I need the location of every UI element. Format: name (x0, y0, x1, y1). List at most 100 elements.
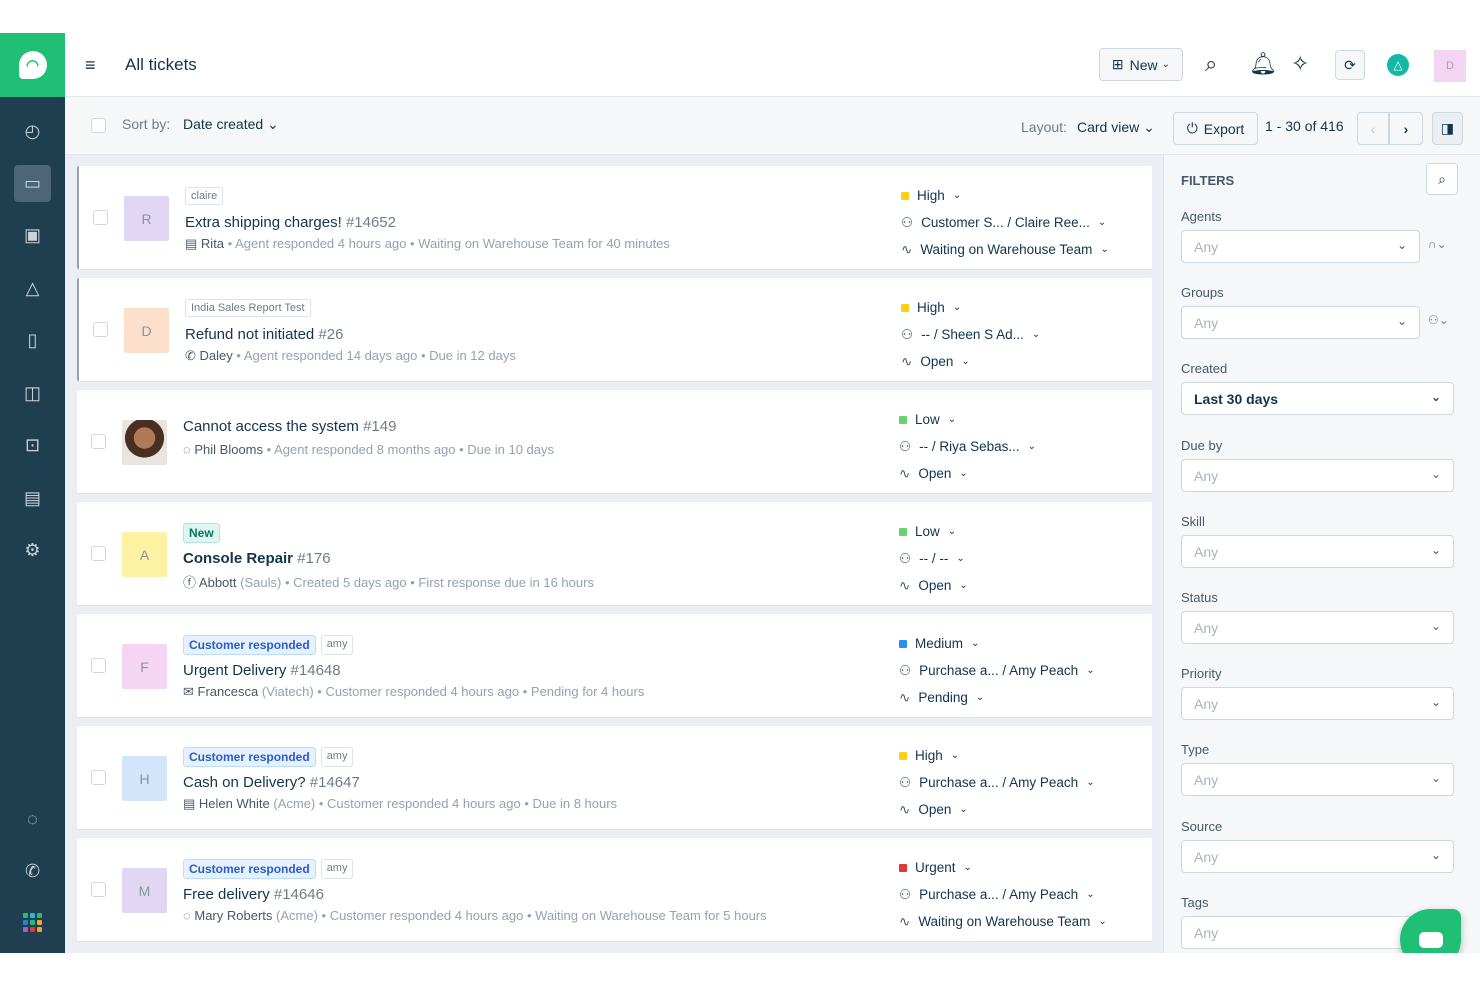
filter-select[interactable]: Any ⌄ (1181, 839, 1454, 873)
freddy-ai-icon[interactable]: ✧ (1291, 51, 1309, 77)
phone-icon[interactable]: ✆ (14, 853, 51, 890)
filter-select[interactable]: Any ⌄ (1181, 534, 1454, 568)
priority-dropdown[interactable]: Urgent ⌄ (899, 854, 1107, 881)
assignee-dropdown[interactable]: ⚇ Purchase a... / Amy Peach ⌄ (899, 769, 1095, 796)
ticket-subject[interactable]: Urgent Delivery #14648 (183, 662, 341, 679)
priority-dropdown[interactable]: Low ⌄ (899, 406, 1036, 433)
solutions-icon[interactable]: ▯ (14, 322, 51, 359)
requester-name[interactable]: Helen White (199, 796, 270, 811)
status-dropdown[interactable]: ∿ Waiting on Warehouse Team ⌄ (901, 236, 1109, 263)
ticket-subject[interactable]: Extra shipping charges! #14652 (185, 214, 396, 231)
sort-dropdown[interactable]: Date created ⌄ (183, 116, 279, 133)
ticket-subject[interactable]: Free delivery #14646 (183, 886, 324, 903)
export-button[interactable]: ⏻ Export (1173, 112, 1258, 145)
reports-icon[interactable]: ▤ (14, 480, 51, 517)
ticket-card[interactable]: M Customer responded amy Free delivery #1… (77, 838, 1152, 941)
ticket-card[interactable]: H Customer responded amy Cash on Delivery… (77, 726, 1152, 829)
dashboard-icon[interactable]: ◴ (14, 113, 51, 150)
requester-name[interactable]: Daley (200, 348, 233, 363)
ticket-checkbox[interactable] (91, 434, 106, 449)
sync-button[interactable]: ⟳ (1335, 50, 1365, 80)
filter-select[interactable]: Any ⌄ (1181, 687, 1454, 721)
contacts-icon[interactable]: ▣ (14, 217, 51, 254)
priority-dot (899, 863, 907, 872)
filter-label: Status (1181, 590, 1218, 605)
assignee-dropdown[interactable]: ⚇ Customer S... / Claire Ree... ⌄ (901, 209, 1109, 236)
status-dropdown[interactable]: ∿ Waiting on Warehouse Team ⌄ (899, 908, 1107, 935)
ticket-card[interactable]: R claire Extra shipping charges! #14652 … (77, 166, 1152, 269)
requester-name[interactable]: Phil Blooms (194, 442, 263, 457)
apps-grid-icon[interactable] (23, 913, 42, 932)
prev-page-button[interactable]: ‹ (1357, 112, 1389, 145)
ticket-checkbox[interactable] (91, 882, 106, 897)
filter-select[interactable]: Any ⌄ (1181, 458, 1454, 492)
status-dropdown[interactable]: ∿ Open ⌄ (899, 572, 968, 599)
requester-name[interactable]: Mary Roberts (194, 908, 272, 923)
requester-name[interactable]: Abbott (199, 575, 237, 590)
ticket-subject[interactable]: Cannot access the system #149 (183, 418, 396, 435)
status-dropdown[interactable]: ∿ Pending ⌄ (899, 684, 1095, 711)
filter-select[interactable]: Any ⌄ (1181, 230, 1420, 263)
new-button[interactable]: ⊞ New ⌄ (1099, 48, 1183, 81)
priority-dropdown[interactable]: Medium ⌄ (899, 630, 1095, 657)
requester-avatar: R (124, 196, 169, 241)
avatar[interactable]: D (1434, 50, 1466, 82)
social-icon[interactable]: △ (14, 270, 51, 307)
assignee-dropdown[interactable]: ⚇ -- / Riya Sebas... ⌄ (899, 433, 1036, 460)
priority-dropdown[interactable]: High ⌄ (899, 742, 1095, 769)
ticket-tags: New (183, 523, 220, 543)
requester-avatar: H (122, 756, 167, 801)
ticket-subject[interactable]: Refund not initiated #26 (185, 326, 343, 343)
requester-name[interactable]: Rita (201, 236, 224, 251)
priority-dropdown[interactable]: High ⌄ (901, 294, 1040, 321)
menu-icon[interactable]: ≡ (85, 55, 96, 76)
filter-select[interactable]: Any ⌄ (1181, 763, 1454, 797)
forums-icon[interactable]: ◫ (14, 375, 51, 412)
status-dropdown[interactable]: ∿ Open ⌄ (899, 460, 1036, 487)
ticket-subject[interactable]: Cash on Delivery? #14647 (183, 774, 360, 791)
ticket-checkbox[interactable] (91, 658, 106, 673)
chat-icon[interactable]: ◌ (14, 801, 51, 838)
ticket-subject[interactable]: Console Repair #176 (183, 550, 331, 567)
next-page-button[interactable]: › (1389, 112, 1423, 145)
settings-icon[interactable]: ⚙ (14, 532, 51, 569)
requester-name[interactable]: Francesca (198, 684, 259, 699)
search-icon[interactable]: ⌕ (1205, 51, 1217, 77)
ticket-card[interactable]: A New Console Repair #176 ⓕ Abbott (Saul… (77, 502, 1152, 605)
headset-icon[interactable]: ∩⌄ (1428, 237, 1447, 251)
filter-value: Any (1194, 848, 1219, 865)
assignee-dropdown[interactable]: ⚇ -- / Sheen S Ad... ⌄ (901, 321, 1040, 348)
ticket-tag: Customer responded (183, 635, 316, 655)
ticket-meta: ▤ Rita • Agent responded 4 hours ago • W… (185, 236, 670, 251)
ticket-checkbox[interactable] (91, 546, 106, 561)
group-icon[interactable]: ⚇⌄ (1428, 313, 1449, 327)
status-dropdown[interactable]: ∿ Open ⌄ (899, 796, 1095, 823)
status-dropdown[interactable]: ∿ Open ⌄ (901, 348, 1040, 375)
ticket-card[interactable]: D India Sales Report Test Refund not ini… (77, 278, 1152, 381)
freshdesk-logo[interactable]: ◠ (0, 33, 65, 97)
tickets-icon[interactable]: ▭ (14, 165, 51, 202)
due-info: Pending for 4 hours (530, 684, 645, 699)
assignee-dropdown[interactable]: ⚇ Purchase a... / Amy Peach ⌄ (899, 657, 1095, 684)
ticket-card[interactable]: F Customer responded amy Urgent Delivery … (77, 614, 1152, 717)
priority-dropdown[interactable]: Low ⌄ (899, 518, 968, 545)
select-all-checkbox[interactable] (91, 118, 106, 133)
toggle-filters-button[interactable]: ◨ (1432, 112, 1463, 145)
filter-select[interactable]: Any ⌄ (1181, 611, 1454, 644)
filter-select[interactable]: Last 30 days ⌄ (1181, 382, 1454, 416)
filter-search-button[interactable]: ⌕ (1426, 163, 1458, 195)
bell-icon[interactable]: 🔔︎ (1249, 51, 1277, 77)
ticket-card[interactable]: Cannot access the system #149 ◌ Phil Blo… (77, 390, 1152, 493)
ticket-checkbox[interactable] (93, 210, 108, 225)
apps-icon[interactable]: △ (1387, 54, 1409, 76)
assignee-dropdown[interactable]: ⚇ -- / -- ⌄ (899, 545, 968, 572)
priority-value: Low (915, 524, 940, 539)
bot-icon[interactable]: ⊡ (14, 427, 51, 464)
ticket-checkbox[interactable] (93, 322, 108, 337)
ticket-tag: India Sales Report Test (185, 299, 311, 317)
assignee-dropdown[interactable]: ⚇ Purchase a... / Amy Peach ⌄ (899, 881, 1107, 908)
layout-dropdown[interactable]: Card view ⌄ (1077, 119, 1155, 136)
filter-select[interactable]: Any ⌄ (1181, 306, 1420, 340)
priority-dropdown[interactable]: High ⌄ (901, 182, 1109, 209)
ticket-checkbox[interactable] (91, 770, 106, 785)
